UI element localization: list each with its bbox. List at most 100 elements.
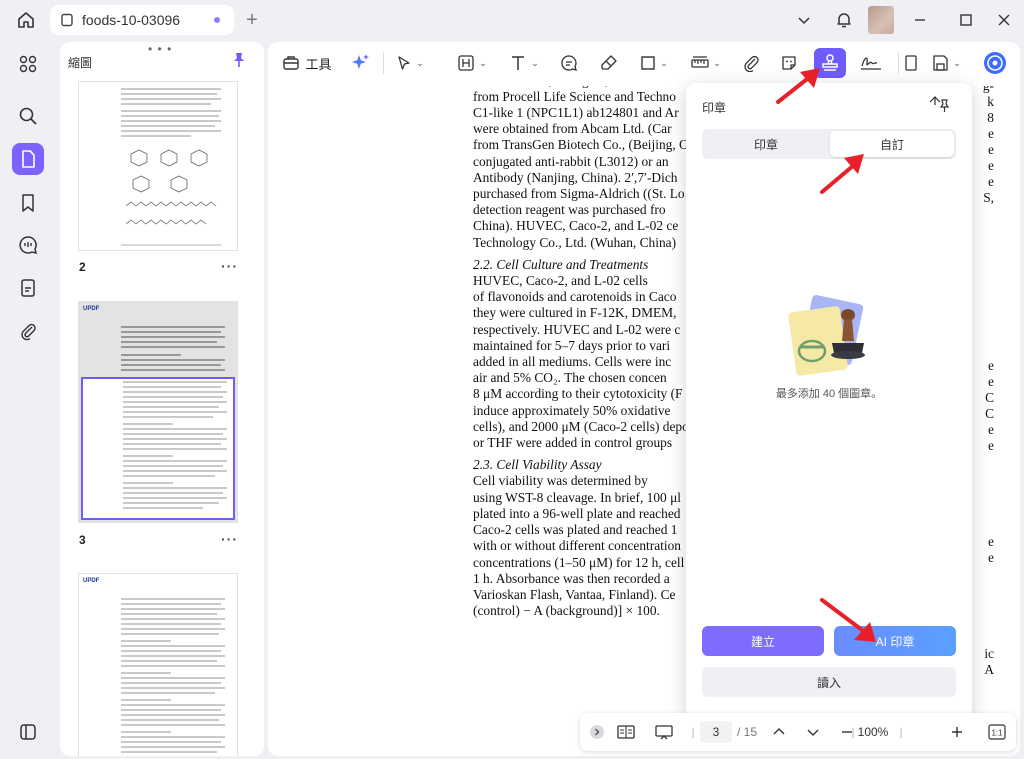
page-layout-icon[interactable] (614, 721, 638, 743)
pin-icon[interactable] (232, 52, 246, 68)
signature-tool[interactable] (856, 48, 886, 78)
thumbnail-logo: UPDF (83, 306, 100, 312)
thumbnail-panel: • • • 縮圖 2 ··· UPDF 3 ··· UPDF (60, 42, 264, 756)
home-icon[interactable] (12, 6, 40, 34)
document-tab[interactable]: foods-10-03096 (50, 5, 234, 35)
page-number-input[interactable]: 3 (700, 721, 732, 743)
textbox-tool[interactable]: ⌄ (452, 48, 492, 78)
page-total: / 15 (736, 725, 757, 739)
document-line-end: S, (983, 190, 994, 205)
select-tool[interactable]: ⌄ (390, 48, 430, 78)
tools-label: 工具 (305, 56, 332, 72)
paperclip-icon[interactable] (12, 315, 44, 347)
close-button[interactable] (990, 6, 1018, 34)
unsaved-dot-icon (214, 17, 220, 23)
ruler-icon (691, 56, 709, 68)
edit-toolbar: 工具 ⌄ ⌄ ⌄ ⌄ ⌄ ⌄ (268, 42, 1020, 86)
zoom-level[interactable]: 100% (852, 721, 894, 743)
empty-state-text: 最多添加 40 個圖章。 (775, 388, 883, 400)
divider: | (691, 725, 695, 739)
document-tab-title: foods-10-03096 (82, 12, 181, 28)
ai-assistant-icon[interactable] (980, 48, 1010, 78)
save-menu[interactable]: ⌄ (926, 48, 966, 78)
eraser-icon (601, 55, 617, 70)
chevron-down-icon[interactable] (790, 6, 818, 34)
document-line-end: e (988, 174, 994, 189)
presentation-icon[interactable] (652, 721, 676, 743)
actual-size-icon[interactable]: 1:1 (986, 721, 1008, 743)
page-number-3: 3 (79, 533, 86, 547)
measure-tool[interactable]: ⌄ (686, 48, 726, 78)
stamp-panel-title: 印章 (702, 101, 727, 115)
comment-bubble-icon (561, 55, 577, 71)
text-box-icon (458, 55, 474, 71)
attachment-page-icon[interactable] (12, 272, 44, 304)
zoom-in-icon[interactable] (946, 721, 968, 743)
document-line-end: e (988, 550, 994, 565)
document-line-end: e (988, 422, 994, 437)
text-tool[interactable]: ⌄ (504, 48, 544, 78)
document-line-end: e (988, 158, 994, 173)
chemical-structure-icon (125, 149, 217, 225)
title-bar: foods-10-03096 + (0, 0, 1024, 40)
shape-tool[interactable]: ⌄ (634, 48, 674, 78)
drag-handle-icon[interactable]: • • • (148, 42, 172, 56)
document-line-end: e (988, 358, 994, 373)
ai-sparkle-icon[interactable] (346, 48, 376, 78)
annotation-arrow-icon (776, 68, 820, 104)
paperclip-icon (744, 55, 759, 72)
more-options-icon[interactable]: ··· (221, 258, 238, 274)
left-rail (0, 40, 56, 759)
thumbnails-icon[interactable] (12, 143, 44, 175)
import-stamp-button[interactable]: 讀入 (702, 667, 956, 697)
rectangle-icon (641, 56, 655, 70)
reader-mode-icon[interactable] (904, 48, 918, 78)
thumbnail-page-4[interactable]: UPDF (79, 574, 237, 756)
tools-button[interactable]: 工具 (280, 48, 334, 78)
thumbnail-page-2[interactable] (79, 82, 237, 250)
avatar[interactable] (868, 6, 894, 34)
more-options-icon[interactable]: ··· (221, 531, 238, 547)
stamp-illustration (788, 295, 865, 376)
signature-icon (861, 57, 881, 70)
document-line-end: ic (984, 646, 994, 661)
maximize-button[interactable] (952, 6, 980, 34)
attach-tool[interactable] (738, 48, 764, 78)
bottom-navigation-bar: | 3 / 15 | 100% | 1:1 (580, 713, 1016, 751)
document-line-end: e (988, 142, 994, 157)
text-icon (512, 56, 525, 70)
thumbnail-page-3[interactable]: UPDF (79, 302, 237, 522)
new-tab-button[interactable]: + (238, 6, 266, 34)
create-stamp-button[interactable]: 建立 (702, 626, 824, 656)
annotation-arrow-icon (820, 154, 864, 194)
thumbnail-logo: UPDF (83, 578, 100, 584)
tab-stamp[interactable]: 印章 (704, 131, 828, 157)
panel-title: 縮圖 (68, 56, 93, 70)
document-line-end: C (985, 390, 994, 405)
document-line-end: e (988, 534, 994, 549)
document-line-end: e (988, 374, 994, 389)
highlight-tool[interactable] (596, 48, 622, 78)
page-number-2: 2 (79, 260, 86, 274)
document-line-end: C (985, 406, 994, 421)
comment-icon[interactable] (12, 229, 44, 261)
document-line-end: A (984, 662, 994, 677)
document-tab-icon (61, 13, 73, 27)
bell-icon[interactable] (830, 6, 858, 34)
search-icon[interactable] (12, 100, 44, 132)
save-icon (933, 55, 948, 71)
note-tool[interactable] (556, 48, 582, 78)
previous-page-icon[interactable] (768, 721, 790, 743)
bookmark-icon[interactable] (12, 187, 44, 219)
next-page-icon[interactable] (802, 721, 824, 743)
svg-text:1:1: 1:1 (991, 729, 1003, 738)
document-line-end: e (988, 126, 994, 141)
apps-grid-icon[interactable] (12, 48, 44, 80)
cursor-icon (398, 56, 410, 70)
pin-panel-icon[interactable] (928, 95, 950, 113)
collapse-arrow-icon[interactable] (586, 721, 608, 743)
layers-icon[interactable] (12, 716, 44, 748)
minimize-button[interactable] (906, 6, 934, 34)
document-line-end: k (987, 94, 994, 109)
toolbox-icon (283, 56, 300, 70)
